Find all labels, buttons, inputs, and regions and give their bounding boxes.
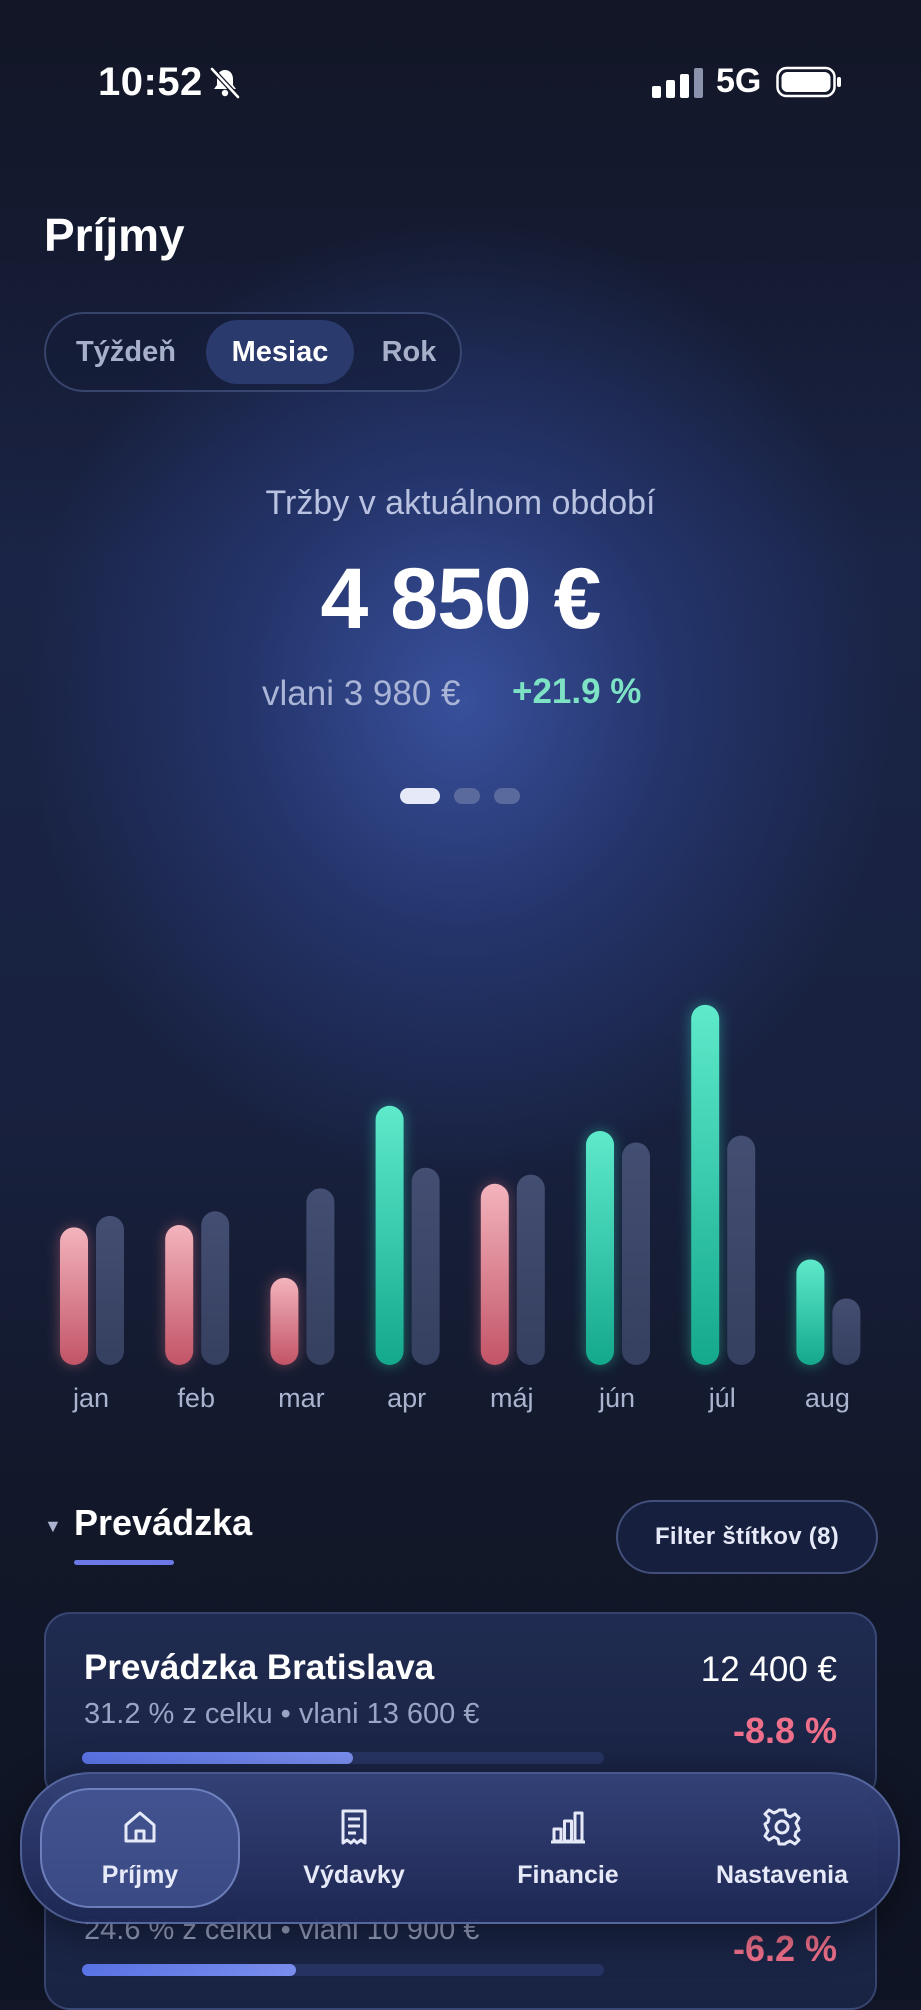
chart-x-tick-label: aug [805, 1383, 850, 1413]
home-icon [124, 1811, 156, 1842]
chart-x-tick-label: apr [387, 1383, 426, 1413]
summary-change: +21.9 % [512, 672, 642, 711]
chart-x-tick-label: jan [72, 1383, 109, 1413]
network-type: 5G [716, 62, 762, 100]
nav-item-nastavenia[interactable]: Nastavenia [682, 1788, 882, 1908]
revenue-bar-chart: jan feb mar apr máj jún júl aug [60, 1004, 861, 1413]
chart-x-tick-label: jún [598, 1383, 635, 1413]
location-change: -8.8 % [732, 1710, 837, 1751]
share-progress-track [82, 1752, 604, 1764]
chart-x-tick-label: feb [177, 1383, 215, 1413]
chart-x-tick-label: máj [490, 1383, 534, 1413]
bell-muted-icon [210, 67, 240, 99]
filter-tags-button[interactable]: Filter štítkov (8) [616, 1500, 878, 1574]
section-underline [74, 1560, 174, 1565]
chart-bar-current[interactable] [165, 1225, 194, 1365]
location-change: -6.2 % [732, 1928, 837, 1969]
tab-week[interactable]: Týždeň [54, 320, 198, 384]
bar-chart-icon [551, 1811, 585, 1843]
page-indicator-dot[interactable] [494, 788, 520, 804]
share-progress-fill [82, 1964, 297, 1976]
receipt-icon [341, 1809, 367, 1844]
chart-bar-previous[interactable] [516, 1174, 545, 1365]
section-title[interactable]: Prevádzka [74, 1502, 252, 1544]
summary-label: Tržby v aktuálnom období [265, 484, 656, 522]
location-amount: 12 400 € [700, 1650, 837, 1689]
battery-icon [776, 66, 841, 98]
period-segmented-control: Týždeň Mesiac Rok [44, 312, 462, 392]
location-share: 31.2 % z celku • vlani 13 600 € [84, 1698, 480, 1730]
nav-label: Príjmy [101, 1860, 179, 1889]
chart-bar-current[interactable] [270, 1277, 299, 1365]
chart-bar-current[interactable] [691, 1004, 720, 1365]
chart-bar-current[interactable] [375, 1105, 404, 1365]
page-title: Príjmy [44, 209, 185, 261]
page-indicator-dot[interactable] [400, 788, 440, 804]
chart-bar-current[interactable] [480, 1183, 509, 1365]
chart-bar-previous[interactable] [96, 1215, 124, 1365]
share-progress-track [82, 1964, 604, 1976]
summary-value: 4 850 € [320, 551, 602, 647]
collapse-caret-icon[interactable]: ▼ [44, 1516, 62, 1537]
chart-x-tick-label: júl [708, 1383, 736, 1413]
nav-label: Výdavky [303, 1860, 405, 1889]
summary-previous: vlani 3 980 € [262, 674, 461, 713]
chart-bar-previous[interactable] [727, 1135, 756, 1365]
chart-bar-previous[interactable] [201, 1211, 230, 1365]
gear-icon [763, 1808, 801, 1845]
cellular-signal-icon [652, 68, 703, 98]
status-time: 10:52 [98, 60, 203, 104]
chart-bar-current[interactable] [796, 1259, 825, 1365]
chart-bar-previous[interactable] [832, 1298, 861, 1365]
nav-item-vydavky[interactable]: Výdavky [254, 1788, 454, 1908]
nav-label: Nastavenia [715, 1860, 849, 1889]
chart-bar-previous[interactable] [622, 1142, 650, 1365]
chart-bar-previous[interactable] [306, 1188, 335, 1365]
location-name: Prevádzka Bratislava [84, 1648, 435, 1687]
share-progress-fill [82, 1752, 354, 1764]
chart-bar-current[interactable] [60, 1227, 88, 1365]
chart-x-tick-label: mar [278, 1383, 325, 1413]
chart-bar-current[interactable] [586, 1131, 614, 1365]
tab-month[interactable]: Mesiac [206, 320, 354, 384]
nav-item-financie[interactable]: Financie [468, 1788, 668, 1908]
bottom-navigation: Príjmy Výdavky Financie Nastavenia [20, 1772, 900, 1924]
page-indicator-dot[interactable] [454, 788, 480, 804]
tab-year[interactable]: Rok [362, 320, 456, 384]
nav-item-prijmy[interactable]: Príjmy [40, 1788, 240, 1908]
chart-bar-previous[interactable] [411, 1167, 440, 1365]
nav-label: Financie [517, 1860, 619, 1889]
